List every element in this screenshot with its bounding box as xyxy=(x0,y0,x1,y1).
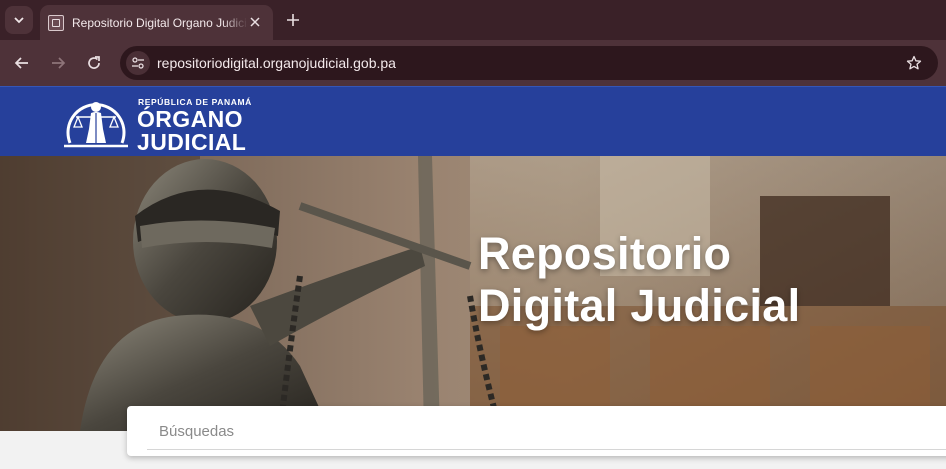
url-text[interactable]: repositoriodigital.organojudicial.gob.pa xyxy=(157,55,396,71)
logo-name-line1: ÓRGANO xyxy=(137,106,243,132)
browser-toolbar: repositoriodigital.organojudicial.gob.pa xyxy=(0,40,946,86)
site-header: REPÚBLICA DE PANAMÁ ÓRGANO JUDICIAL xyxy=(0,86,946,156)
organo-judicial-logo[interactable]: REPÚBLICA DE PANAMÁ ÓRGANO JUDICIAL xyxy=(62,93,252,155)
close-icon xyxy=(250,17,260,27)
address-bar[interactable]: repositoriodigital.organojudicial.gob.pa xyxy=(120,46,938,80)
search-card xyxy=(127,406,946,456)
forward-button[interactable] xyxy=(46,51,70,75)
hero-banner: Repositorio Digital Judicial xyxy=(0,156,946,431)
hero-title-line1: Repositorio xyxy=(478,228,732,279)
new-tab-button[interactable] xyxy=(282,9,304,31)
reload-button[interactable] xyxy=(82,51,106,75)
plus-icon xyxy=(287,14,299,26)
close-tab-button[interactable] xyxy=(247,14,263,30)
site-favicon-icon xyxy=(48,14,64,31)
arrow-left-icon xyxy=(14,57,28,69)
chevron-down-icon xyxy=(14,17,24,24)
web-page: REPÚBLICA DE PANAMÁ ÓRGANO JUDICIAL Repo… xyxy=(0,86,946,469)
justice-emblem-icon xyxy=(64,102,128,148)
logo-name-line2: JUDICIAL xyxy=(137,129,247,155)
tune-icon xyxy=(132,57,144,69)
browser-tab-strip: Repositorio Digital Organo Judicial xyxy=(0,0,946,40)
back-button[interactable] xyxy=(10,51,34,75)
site-info-button[interactable] xyxy=(126,51,150,75)
bookmark-button[interactable] xyxy=(904,53,924,73)
browser-tab-active[interactable]: Repositorio Digital Organo Judicial xyxy=(40,5,273,40)
hero-title-line2: Digital Judicial xyxy=(478,280,801,331)
hero-title: Repositorio Digital Judicial xyxy=(478,228,800,332)
arrow-right-icon xyxy=(52,57,66,69)
reload-icon xyxy=(88,56,100,69)
star-icon xyxy=(906,55,922,70)
lady-justice-statue-image xyxy=(0,156,946,431)
tab-search-button[interactable] xyxy=(5,6,33,34)
search-input[interactable] xyxy=(147,414,946,450)
tab-title: Repositorio Digital Organo Judicial xyxy=(72,15,248,30)
